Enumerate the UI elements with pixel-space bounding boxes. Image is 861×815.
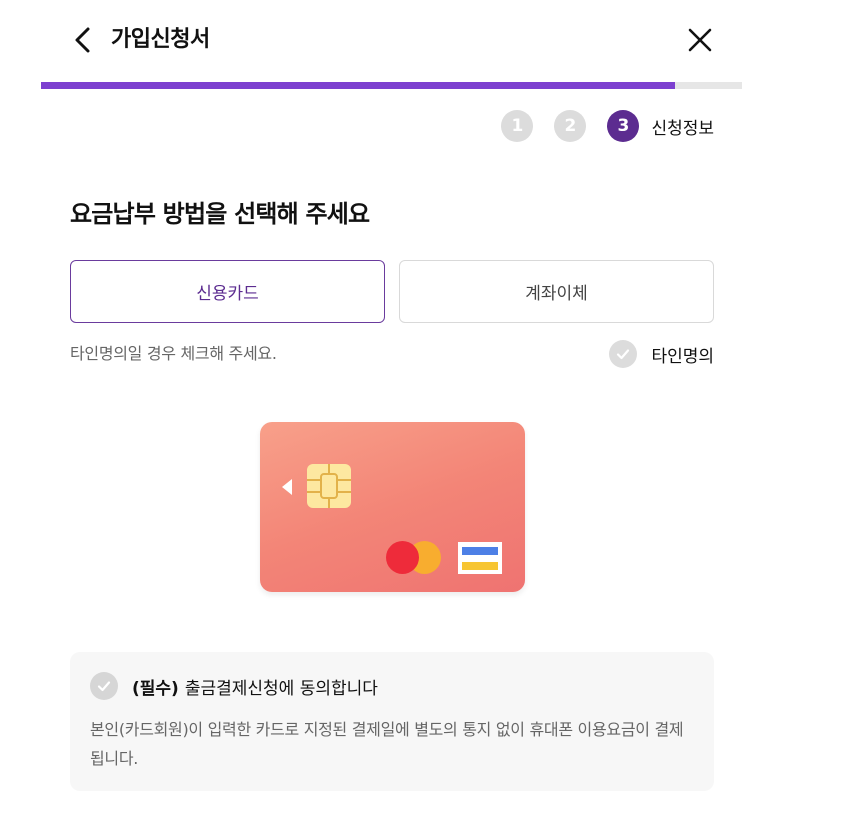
header: 가입신청서 — [0, 0, 742, 80]
other-name-checkbox-label: 타인명의 — [651, 346, 714, 367]
close-icon — [688, 28, 712, 52]
check-icon — [90, 672, 118, 700]
progress-bar — [41, 82, 742, 89]
agreement-checkbox[interactable]: (필수) 출금결제신청에 동의합니다 — [90, 672, 378, 700]
card-chip-icon — [307, 464, 351, 508]
other-name-note: 타인명의일 경우 체크해 주세요. — [70, 344, 277, 363]
step-2: 2 — [554, 110, 587, 142]
chevron-left-icon — [75, 27, 90, 53]
agreement-label: 출금결제신청에 동의합니다 — [184, 678, 378, 699]
agreement-required-tag: (필수) — [132, 678, 179, 699]
step-1: 1 — [501, 110, 534, 142]
agreement-description: 본인(카드회원)이 입력한 카드로 지정된 결제일에 별도의 통지 없이 휴대폰… — [90, 720, 684, 768]
card-stripe-icon — [458, 542, 502, 574]
step-3: 3 — [607, 110, 640, 142]
payment-method-options: 신용카드 계좌이체 — [70, 260, 714, 323]
back-button[interactable] — [68, 22, 100, 58]
section-title: 요금납부 방법을 선택해 주세요 — [70, 200, 370, 228]
agreement-box: (필수) 출금결제신청에 동의합니다 본인(카드회원)이 입력한 카드로 지정된… — [70, 652, 714, 791]
page-title: 가입신청서 — [111, 27, 210, 52]
payment-option-bank-transfer[interactable]: 계좌이체 — [399, 260, 714, 323]
other-name-checkbox[interactable]: 타인명의 — [609, 340, 714, 368]
progress-bar-fill — [41, 82, 676, 89]
payment-option-credit-card[interactable]: 신용카드 — [70, 260, 385, 323]
step-indicator: 1 2 3 신청정보 — [480, 110, 714, 142]
step-label: 신청정보 — [651, 118, 714, 139]
credit-card-illustration — [260, 422, 525, 592]
check-icon — [609, 340, 638, 368]
close-button[interactable] — [684, 24, 716, 56]
card-brand-icon — [386, 541, 442, 574]
card-arrow-icon — [282, 479, 292, 495]
other-name-row: 타인명의일 경우 체크해 주세요. 타인명의 — [70, 340, 714, 368]
